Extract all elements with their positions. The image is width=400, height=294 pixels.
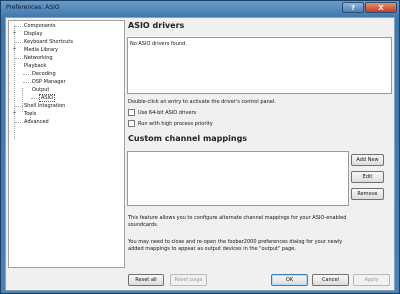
tree-item-dsp-manager[interactable]: DSP Manager [32,79,66,85]
tree-hguide [15,122,23,123]
ok-button[interactable]: OK [271,274,308,286]
reset-all-button[interactable]: Reset all [128,274,164,286]
tree-item-keyboard-shortcuts[interactable]: Keyboard Shortcuts [24,39,73,45]
tree-hguide [15,42,23,43]
tree-item-advanced[interactable]: Advanced [24,119,49,125]
close-icon: X [378,3,384,12]
tree-expander-media-library[interactable]: + [12,47,17,52]
tree-item-playback[interactable]: Playback [24,63,46,69]
tree-item-output[interactable]: Output [32,87,49,93]
high-priority-checkbox[interactable] [128,120,135,127]
tree-item-display[interactable]: Display [24,31,42,37]
cancel-button[interactable]: Cancel [312,274,349,286]
tree-item-asio[interactable]: ASIO [38,94,56,102]
high-priority-label[interactable]: Run with high process priority [138,121,213,127]
window-title: Preferences: ASIO [6,4,60,11]
tree-hguide [15,58,23,59]
tree-expander-playback[interactable]: - [12,63,17,68]
title-bar[interactable]: Preferences: ASIO ? X [1,1,399,16]
tree-expander-tools[interactable]: + [12,111,17,116]
tree-item-media-library[interactable]: Media Library [24,47,58,53]
tree-item-shell-integration[interactable]: Shell Integration [24,103,65,109]
tree-guide-playback [22,90,23,112]
help-icon: ? [350,3,356,12]
help-button[interactable]: ? [342,2,364,13]
channel-mappings-list[interactable] [127,151,349,206]
reset-page-button[interactable]: Reset page [170,274,207,286]
mappings-description-line1: This feature allows you to configure alt… [128,215,347,221]
tree-item-components[interactable]: Components [24,23,56,29]
tree-hguide [15,26,23,27]
tree-item-networking[interactable]: Networking [24,55,53,61]
apply-button[interactable]: Apply [353,274,390,286]
use-64bit-checkbox[interactable] [128,109,135,116]
edit-button[interactable]: Edit [351,171,384,183]
dialog-button-bar: Reset all Reset page OK Cancel Apply [6,271,394,290]
asio-drivers-heading: ASIO drivers [128,21,185,30]
add-new-button[interactable]: Add New [351,154,384,166]
tree-hguide [31,98,39,99]
use-64bit-label[interactable]: Use 64-bit ASIO drivers [138,110,196,116]
asio-drivers-empty-text: No ASIO drivers found. [130,41,187,47]
mappings-note-line2: added mappings to appear as output devic… [128,246,296,252]
dialog-client-area: Components + Display Keyboard Shortcuts … [5,17,395,291]
asio-drivers-list[interactable]: No ASIO drivers found. [127,37,392,94]
tree-hguide [23,74,31,75]
tree-item-decoding[interactable]: Decoding [32,71,56,77]
preferences-window: Preferences: ASIO ? X Components + Displ… [0,0,400,294]
tree-hguide [23,82,31,83]
mappings-note-line1: You may need to close and re-open the fo… [128,239,343,245]
mappings-description-line2: soundcards. [128,222,159,228]
channel-mappings-heading: Custom channel mappings [128,134,248,143]
asio-hint-text: Double-click an entry to activate the dr… [128,99,276,105]
tree-item-tools[interactable]: Tools [24,111,36,117]
remove-button[interactable]: Remove [351,188,384,200]
tree-expander-output[interactable]: - [20,87,25,92]
tree-expander-display[interactable]: + [12,31,17,36]
preferences-tree[interactable]: Components + Display Keyboard Shortcuts … [8,20,125,268]
close-button[interactable]: X [365,2,397,13]
tree-hguide [15,106,23,107]
